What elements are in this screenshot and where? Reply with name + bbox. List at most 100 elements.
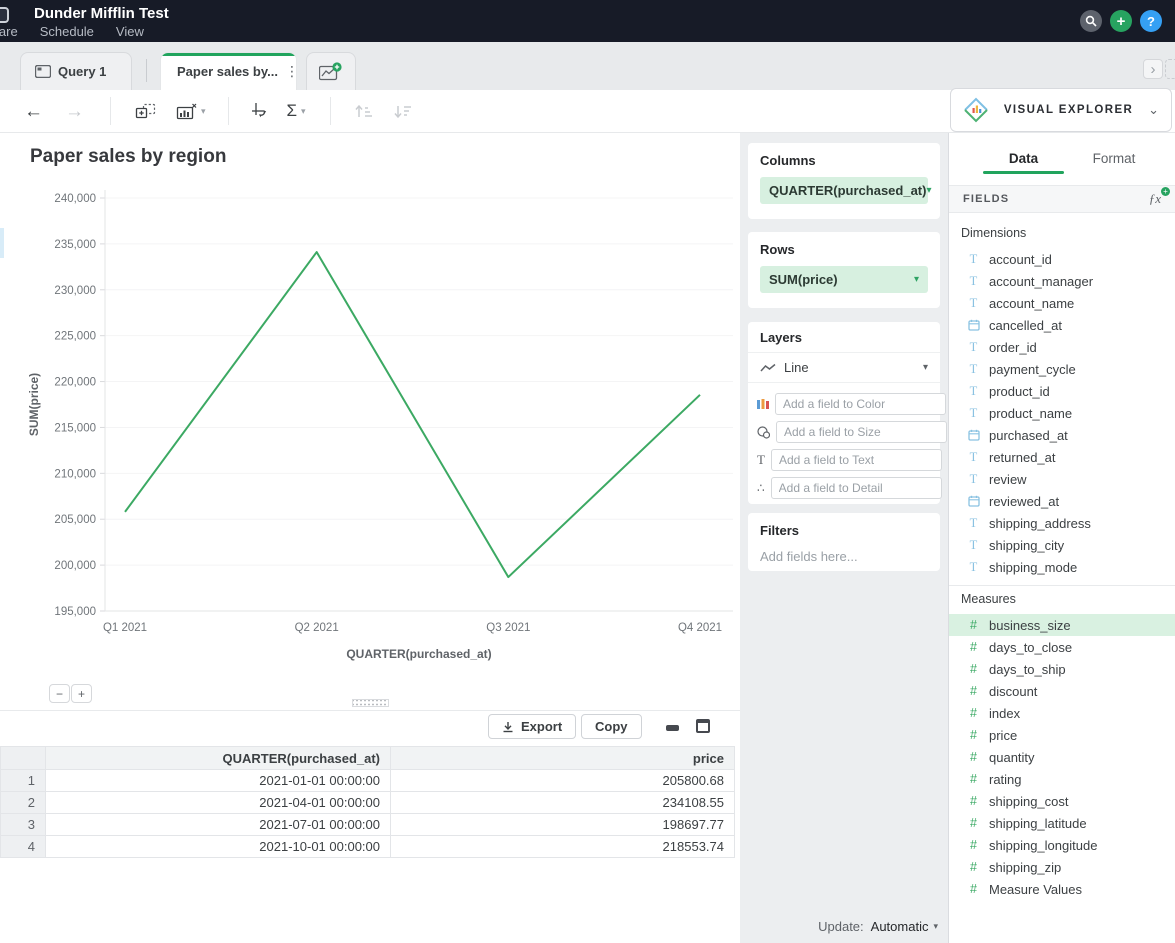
- dimension-item[interactable]: T product_name: [949, 402, 1175, 424]
- sort-descending-button[interactable]: [394, 104, 411, 119]
- dimension-item[interactable]: T purchased_at: [949, 424, 1175, 446]
- tab-data[interactable]: Data: [983, 145, 1064, 171]
- dimension-item[interactable]: T shipping_mode: [949, 556, 1175, 578]
- size-field-input[interactable]: [776, 421, 947, 443]
- field-label: product_name: [989, 406, 1072, 421]
- measure-item[interactable]: # shipping_cost: [949, 790, 1175, 812]
- detail-field-input[interactable]: [771, 477, 942, 499]
- measure-item[interactable]: # index: [949, 702, 1175, 724]
- topbar-actions: + ?: [1080, 10, 1162, 32]
- text-type-icon: T: [967, 516, 980, 531]
- help-button[interactable]: ?: [1140, 10, 1162, 32]
- shelf-panel: Columns QUARTER(purchased_at) ▾ Rows SUM…: [740, 133, 948, 943]
- number-type-icon: #: [967, 662, 980, 676]
- topbar: Dunder Mifflin Test Share Schedule View …: [0, 0, 1175, 42]
- color-field-input[interactable]: [775, 393, 946, 415]
- update-control: Update: Automatic ▾: [818, 919, 938, 934]
- clear-chart-button[interactable]: ▾: [176, 103, 206, 120]
- update-mode-dropdown[interactable]: Automatic ▾: [871, 919, 938, 934]
- dimension-item[interactable]: T returned_at: [949, 446, 1175, 468]
- dimension-item[interactable]: T account_name: [949, 292, 1175, 314]
- sort-ascending-icon: [355, 104, 372, 119]
- dimension-item[interactable]: T shipping_city: [949, 534, 1175, 556]
- panel-resize-handle[interactable]: [352, 699, 389, 707]
- create-calculated-field-button[interactable]: ƒx+: [1149, 191, 1161, 207]
- text-slot: T: [748, 447, 940, 473]
- measure-item[interactable]: # Measure Values: [949, 878, 1175, 900]
- rows-pill[interactable]: SUM(price) ▾: [760, 266, 928, 293]
- tab-divider: [146, 59, 147, 82]
- measure-item[interactable]: # shipping_latitude: [949, 812, 1175, 834]
- menu-item-schedule[interactable]: Schedule: [40, 24, 94, 39]
- copy-button[interactable]: Copy: [581, 714, 642, 739]
- dimension-item[interactable]: T payment_cycle: [949, 358, 1175, 380]
- column-header-quarter[interactable]: QUARTER(purchased_at): [46, 747, 391, 770]
- swap-axes-button[interactable]: [251, 102, 269, 120]
- dimension-item[interactable]: T order_id: [949, 336, 1175, 358]
- svg-text:235,000: 235,000: [54, 239, 96, 251]
- export-button[interactable]: Export: [488, 714, 576, 739]
- dimension-item[interactable]: T product_id: [949, 380, 1175, 402]
- measure-item[interactable]: # days_to_close: [949, 636, 1175, 658]
- measure-item[interactable]: # quantity: [949, 746, 1175, 768]
- expand-results-button[interactable]: [696, 719, 710, 733]
- dimension-item[interactable]: T account_id: [949, 248, 1175, 270]
- dimension-item[interactable]: T reviewed_at: [949, 490, 1175, 512]
- layers-label: Layers: [748, 322, 940, 353]
- export-label: Export: [521, 719, 562, 734]
- dimension-item[interactable]: T shipping_address: [949, 512, 1175, 534]
- tab-format[interactable]: Format: [1084, 145, 1144, 171]
- tab-menu-kebab-icon[interactable]: ⋮: [285, 63, 297, 80]
- collapse-results-button[interactable]: [666, 725, 679, 731]
- redo-button[interactable]: →: [65, 102, 84, 121]
- dimension-item[interactable]: T review: [949, 468, 1175, 490]
- update-label: Update:: [818, 919, 864, 934]
- svg-text:230,000: 230,000: [54, 285, 96, 297]
- menu-item-view[interactable]: View: [116, 24, 144, 39]
- field-label: rating: [989, 772, 1022, 787]
- measure-item[interactable]: # discount: [949, 680, 1175, 702]
- new-visualization-tab[interactable]: [306, 52, 356, 90]
- tab-scroll-right-button[interactable]: ›: [1143, 59, 1163, 79]
- columns-pill[interactable]: QUARTER(purchased_at) ▾: [760, 177, 928, 204]
- column-header-price[interactable]: price: [391, 747, 735, 770]
- aggregate-button[interactable]: Σ ▾: [287, 101, 306, 121]
- sort-ascending-button[interactable]: [355, 104, 372, 119]
- cell-quarter: 2021-07-01 00:00:00: [46, 814, 391, 836]
- dimension-item[interactable]: T account_manager: [949, 270, 1175, 292]
- text-field-input[interactable]: [771, 449, 942, 471]
- undo-button[interactable]: ←: [24, 102, 43, 121]
- measure-item[interactable]: # days_to_ship: [949, 658, 1175, 680]
- add-worksheet-button[interactable]: [135, 103, 156, 120]
- app-logo-icon: [0, 7, 9, 23]
- visual-explorer-selector[interactable]: VISUAL EXPLORER ⌄: [950, 88, 1172, 132]
- add-button[interactable]: +: [1110, 10, 1132, 32]
- zoom-out-button[interactable]: −: [49, 684, 70, 703]
- dimension-item[interactable]: T cancelled_at: [949, 314, 1175, 336]
- update-mode-value: Automatic: [871, 919, 929, 934]
- detail-icon: ∴: [757, 481, 765, 495]
- search-button[interactable]: [1080, 10, 1102, 32]
- add-box-icon: [135, 103, 156, 120]
- mark-type-dropdown[interactable]: Line ▾: [748, 353, 940, 383]
- measure-item[interactable]: # shipping_longitude: [949, 834, 1175, 856]
- search-icon: [1085, 15, 1097, 27]
- field-label: account_id: [989, 252, 1052, 267]
- measure-item[interactable]: # rating: [949, 768, 1175, 790]
- text-type-icon: T: [967, 538, 980, 553]
- filters-placeholder[interactable]: Add fields here...: [760, 549, 928, 564]
- chevron-down-icon: ▾: [926, 185, 931, 196]
- measure-item[interactable]: # business_size: [949, 614, 1175, 636]
- tab-label: Query 1: [58, 64, 106, 79]
- results-panel: Export Copy QUARTER(purchased_at) price …: [0, 710, 740, 943]
- measure-item[interactable]: # shipping_zip: [949, 856, 1175, 878]
- menu-item-share[interactable]: Share: [0, 24, 18, 39]
- measure-item[interactable]: # price: [949, 724, 1175, 746]
- pill-label: SUM(price): [769, 272, 838, 287]
- line-chart[interactable]: 195,000200,000205,000210,000215,000220,0…: [0, 178, 740, 678]
- fields-header-bar: FIELDS ƒx+: [949, 185, 1175, 213]
- pill-label: QUARTER(purchased_at): [769, 183, 926, 198]
- tab-query-1[interactable]: Query 1: [20, 52, 132, 90]
- tab-paper-sales[interactable]: Paper sales by... ⋮: [160, 52, 297, 90]
- zoom-in-button[interactable]: +: [71, 684, 92, 703]
